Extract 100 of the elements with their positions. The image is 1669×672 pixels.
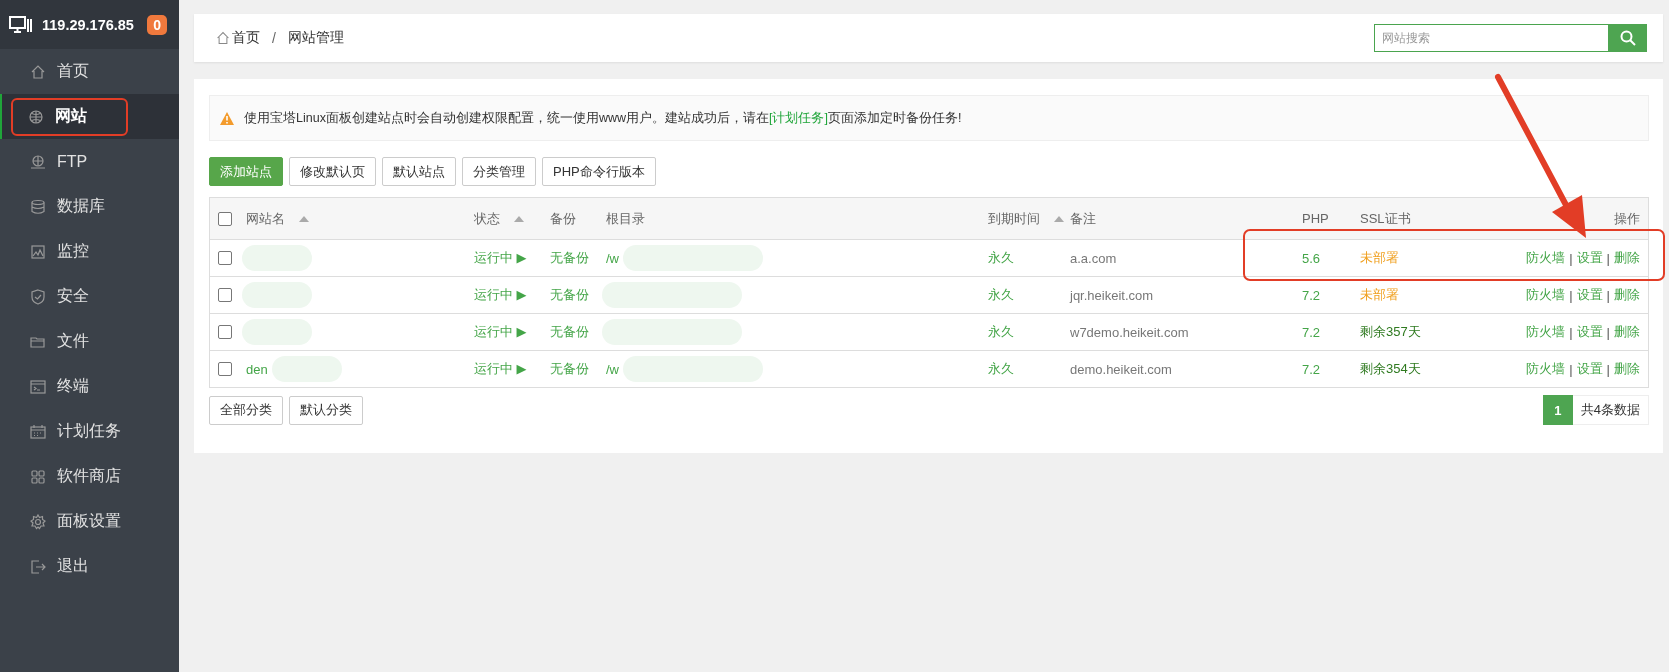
- backup-link[interactable]: 无备份: [550, 286, 589, 304]
- expiry-link[interactable]: 永久: [988, 323, 1014, 341]
- nav-item[interactable]: 网站: [0, 94, 179, 139]
- toolbar-button[interactable]: 修改默认页: [289, 157, 376, 186]
- action-link[interactable]: 设置: [1576, 323, 1603, 341]
- note-text[interactable]: demo.heikeit.com: [1070, 361, 1172, 377]
- category-button[interactable]: 全部分类: [209, 395, 283, 425]
- notification-badge[interactable]: 0: [147, 14, 167, 35]
- status-link[interactable]: 运行中 ▶: [474, 323, 527, 341]
- action-separator: |: [1569, 324, 1573, 340]
- note-text[interactable]: w7demo.heikeit.com: [1070, 324, 1189, 340]
- column-header: PHP: [1302, 211, 1329, 226]
- gear-icon: [29, 512, 47, 531]
- action-link[interactable]: 设置: [1576, 360, 1603, 378]
- nav-item[interactable]: 数据库: [0, 184, 179, 229]
- note-text[interactable]: a.a.com: [1070, 250, 1117, 266]
- note-text[interactable]: jqr.heikeit.com: [1070, 287, 1154, 303]
- backup-link[interactable]: 无备份: [550, 249, 589, 267]
- ssl-status-link[interactable]: 未部署: [1360, 249, 1399, 267]
- backup-link[interactable]: 无备份: [550, 360, 589, 378]
- php-version-link[interactable]: 7.2: [1302, 287, 1321, 303]
- search-button[interactable]: [1608, 24, 1647, 52]
- nav-item[interactable]: 软件商店: [0, 454, 179, 499]
- nav-item[interactable]: 终端: [0, 364, 179, 409]
- column-header: 备注: [1070, 209, 1096, 228]
- search-field[interactable]: 网站搜索: [1374, 24, 1608, 52]
- shield-icon: [29, 287, 47, 306]
- search-icon: [1619, 30, 1636, 46]
- nav-item[interactable]: 监控: [0, 229, 179, 274]
- row-checkbox[interactable]: [218, 325, 232, 339]
- php-version-link[interactable]: 7.2: [1302, 324, 1321, 340]
- category-button[interactable]: 默认分类: [289, 395, 363, 425]
- column-header[interactable]: 网站名: [246, 209, 285, 228]
- column-header: 备份: [550, 209, 576, 228]
- breadcrumb-separator: /: [272, 30, 276, 46]
- select-all-checkbox[interactable]: [218, 211, 232, 226]
- breadcrumb-current: 网站管理: [287, 29, 344, 47]
- database-icon: [29, 197, 47, 216]
- action-link[interactable]: 防火墙: [1526, 360, 1566, 378]
- add-site-button[interactable]: 添加站点: [209, 157, 283, 186]
- terminal-icon: [29, 377, 47, 396]
- root-path-link[interactable]: /w: [606, 361, 619, 377]
- backup-link[interactable]: 无备份: [550, 323, 589, 341]
- nav-item[interactable]: 计划任务: [0, 409, 179, 454]
- action-link[interactable]: 防火墙: [1526, 323, 1566, 341]
- toolbar-button[interactable]: 默认站点: [382, 157, 456, 186]
- status-link[interactable]: 运行中 ▶: [474, 286, 527, 304]
- php-version-link[interactable]: 5.6: [1302, 250, 1321, 266]
- calendar-icon: [29, 422, 47, 441]
- exit-icon: [29, 557, 47, 576]
- row-checkbox[interactable]: [218, 362, 232, 376]
- row-checkbox[interactable]: [218, 251, 232, 265]
- row-checkbox[interactable]: [218, 288, 232, 302]
- action-link[interactable]: 防火墙: [1526, 249, 1566, 267]
- expiry-link[interactable]: 永久: [988, 249, 1014, 267]
- site-name-link[interactable]: den: [246, 361, 268, 377]
- toolbar-button[interactable]: PHP命令行版本: [542, 157, 656, 186]
- page-button[interactable]: 1: [1542, 395, 1573, 425]
- toolbar-button[interactable]: 分类管理: [462, 157, 536, 186]
- status-link[interactable]: 运行中 ▶: [474, 249, 527, 267]
- action-separator: |: [1569, 250, 1573, 266]
- grid-icon: [29, 467, 47, 486]
- monitor-icon: [9, 15, 33, 34]
- expiry-link[interactable]: 永久: [988, 360, 1014, 378]
- action-separator: |: [1606, 287, 1610, 303]
- nav-item[interactable]: 首页: [0, 49, 179, 94]
- action-separator: |: [1569, 287, 1573, 303]
- breadcrumb-link[interactable]: 首页: [232, 29, 260, 47]
- status-link[interactable]: 运行中 ▶: [474, 360, 527, 378]
- column-header[interactable]: 状态: [474, 209, 500, 228]
- php-version-link[interactable]: 7.2: [1302, 361, 1321, 377]
- action-link[interactable]: 设置: [1576, 249, 1603, 267]
- action-link[interactable]: 删除: [1614, 360, 1640, 378]
- ssl-status-link[interactable]: 未部署: [1360, 286, 1399, 304]
- action-link[interactable]: 删除: [1614, 286, 1640, 304]
- nav-item[interactable]: 文件: [0, 319, 179, 364]
- action-separator: |: [1606, 324, 1610, 340]
- globe-icon: [27, 107, 45, 126]
- action-separator: |: [1606, 361, 1610, 377]
- home-icon: [216, 31, 230, 45]
- scheduled-tasks-link[interactable]: [计划任务]: [768, 110, 828, 125]
- chart-icon: [29, 242, 47, 261]
- root-path-link[interactable]: /w: [606, 250, 619, 266]
- network-globe-icon: [29, 152, 47, 171]
- nav-item[interactable]: 面板设置: [0, 499, 179, 544]
- nav-item[interactable]: 退出: [0, 544, 179, 589]
- action-link[interactable]: 删除: [1614, 249, 1640, 267]
- action-link[interactable]: 删除: [1614, 323, 1640, 341]
- column-header: 操作: [1614, 209, 1640, 228]
- column-header: 根目录: [606, 209, 645, 228]
- column-header[interactable]: 到期时间: [988, 209, 1040, 228]
- expiry-link[interactable]: 永久: [988, 286, 1014, 304]
- ssl-status-link[interactable]: 剩余354天: [1360, 360, 1421, 378]
- nav-item[interactable]: 安全: [0, 274, 179, 319]
- column-header: SSL证书: [1360, 209, 1411, 228]
- action-link[interactable]: 设置: [1576, 286, 1603, 304]
- action-link[interactable]: 防火墙: [1526, 286, 1566, 304]
- ssl-status-link[interactable]: 剩余357天: [1360, 323, 1421, 341]
- notice-text: 使用宝塔Linux面板创建站点时会自动创建权限配置，统一使用www用户。建站成功后，请在[计划任务]页面添加定时备份任务!: [244, 109, 962, 127]
- nav-item[interactable]: FTP: [0, 139, 179, 184]
